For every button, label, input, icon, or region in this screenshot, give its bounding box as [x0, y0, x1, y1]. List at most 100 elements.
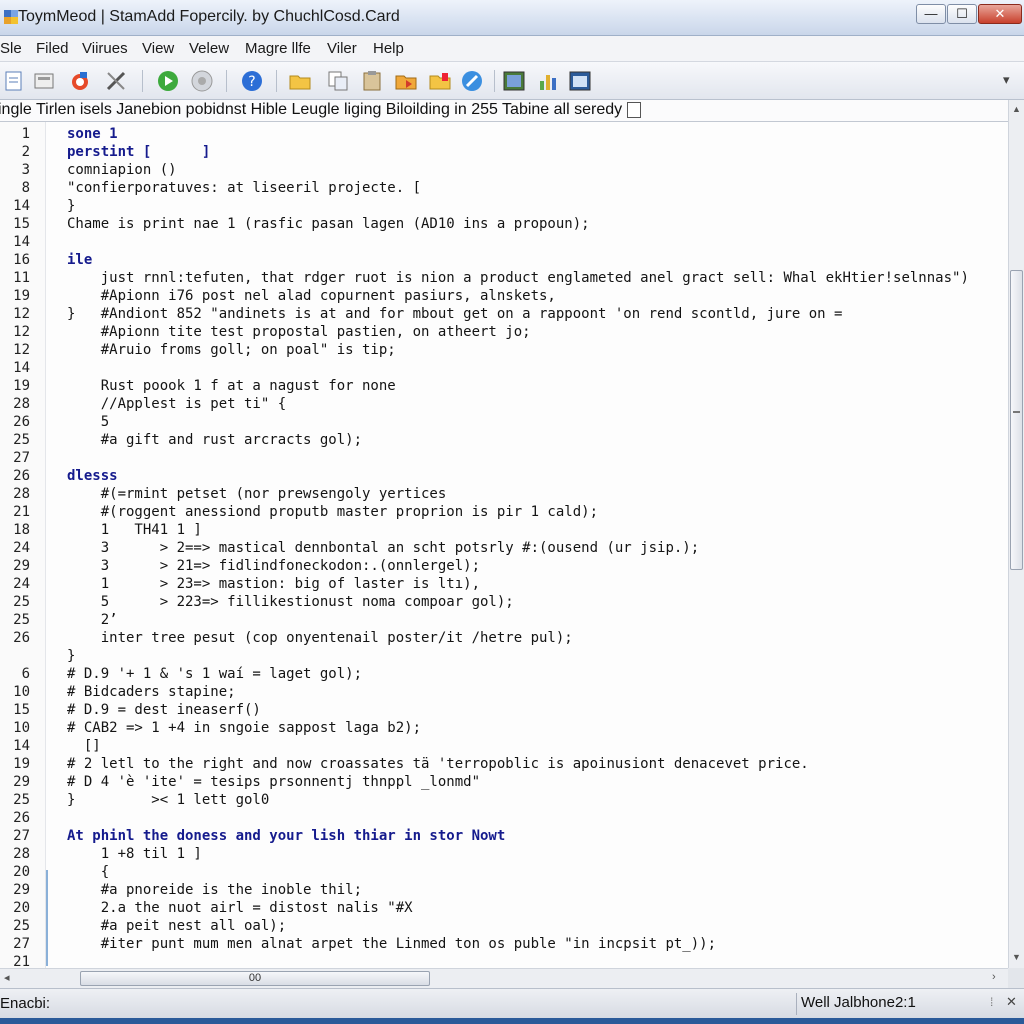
code-text[interactable]: 3 > 2==> mastical dennbontal an scht pot…: [67, 539, 699, 557]
code-line[interactable]: 27 At phinl the doness and your lish thia…: [0, 827, 1008, 845]
code-line[interactable]: 26 inter tree pesut (cop onyentenail pos…: [0, 629, 1008, 647]
code-line[interactable]: 15 # D.9 = dest ineaserf(): [0, 701, 1008, 719]
code-text[interactable]: #a pnoreide is the inoble thil;: [67, 881, 362, 899]
open-file-icon[interactable]: [32, 69, 56, 93]
code-text[interactable]: #Aruio froms goll; on poal" is tip;: [67, 341, 396, 359]
code-line[interactable]: 19 #Apionn i76 post nel alad copurnent p…: [0, 287, 1008, 305]
code-text[interactable]: 5: [67, 413, 109, 431]
code-line[interactable]: 25 5 > 223=> fillikestionust noma compoa…: [0, 593, 1008, 611]
menu-item-velew[interactable]: Velew: [189, 40, 229, 57]
code-text[interactable]: # CAB2 => 1 +4 in sngoie sappost laga b2…: [67, 719, 421, 737]
code-line[interactable]: 1 sone 1: [0, 125, 1008, 143]
code-line[interactable]: 26 5: [0, 413, 1008, 431]
paste-icon[interactable]: [360, 69, 384, 93]
code-line[interactable]: 29 # D 4 'è 'ite' = tesips prsonnentj thn…: [0, 773, 1008, 791]
settings-icon[interactable]: [190, 69, 214, 93]
code-text[interactable]: 2.a the nuot airl = distost nalis "#X: [67, 899, 413, 917]
code-text[interactable]: #(roggent anessiond proputb master propr…: [67, 503, 598, 521]
new-file-icon[interactable]: [2, 69, 26, 93]
code-text[interactable]: 1 +8 til 1 ]: [67, 845, 202, 863]
code-text[interactable]: Rust poook 1 f at a nagust for none: [67, 377, 396, 395]
code-editor[interactable]: 1 sone 1 2 perstint [ ] 3 comniapion () 8 "conf…: [0, 122, 1008, 968]
code-text[interactable]: }: [67, 197, 75, 215]
code-line[interactable]: 14}: [0, 197, 1008, 215]
menu-item-viler[interactable]: Viler: [327, 40, 357, 57]
window-icon[interactable]: [568, 69, 592, 93]
status-close-icon[interactable]: ✕: [1006, 994, 1017, 1010]
code-line[interactable]: 12 #Aruio froms goll; on poal" is tip;: [0, 341, 1008, 359]
code-line[interactable]: 26 dlesss: [0, 467, 1008, 485]
tools-icon[interactable]: [104, 69, 128, 93]
code-text[interactable]: #iter punt mum men alnat arpet the Linme…: [67, 935, 716, 953]
code-text[interactable]: 1 TH41 1 ]: [67, 521, 202, 539]
code-line[interactable]: 10 # CAB2 => 1 +4 in sngoie sappost laga …: [0, 719, 1008, 737]
horizontal-scrollbar[interactable]: ◂ 00 ›: [0, 968, 1008, 988]
code-line[interactable]: 11 just rnnl:tefuten, that rdger ruot is…: [0, 269, 1008, 287]
code-text[interactable]: {: [67, 863, 109, 881]
code-text[interactable]: 5 > 223=> fillikestionust noma compoar g…: [67, 593, 514, 611]
code-text[interactable]: 2’: [67, 611, 118, 629]
toolbar-overflow-chevron-icon[interactable]: ▾: [1003, 72, 1010, 88]
code-line[interactable]: 28 #(=rmint petset (nor prewsengoly yert…: [0, 485, 1008, 503]
maximize-button[interactable]: ☐: [947, 4, 977, 24]
code-text[interactable]: # 2 letl to the right and now croassates…: [67, 755, 809, 773]
code-line[interactable]: 16 ile: [0, 251, 1008, 269]
code-line[interactable]: 3 comniapion (): [0, 161, 1008, 179]
code-line[interactable]: 12 #Apionn tite test propostal pastien, …: [0, 323, 1008, 341]
copy-icon[interactable]: [326, 69, 350, 93]
code-line[interactable]: 14 []: [0, 737, 1008, 755]
code-text[interactable]: #Apionn tite test propostal pastien, on …: [67, 323, 531, 341]
code-line[interactable]: 28 //Applest is pet ti" {: [0, 395, 1008, 413]
code-line[interactable]: 25} >< 1 lett gol0: [0, 791, 1008, 809]
code-line[interactable]: 8 "confierporatuves: at liseeril projecte…: [0, 179, 1008, 197]
bookmark-icon[interactable]: [428, 69, 452, 93]
code-text[interactable]: # D.9 = dest ineaserf(): [67, 701, 261, 719]
code-line[interactable]: 28 1 +8 til 1 ]: [0, 845, 1008, 863]
code-text[interactable]: #Apionn i76 post nel alad copurnent pasi…: [67, 287, 556, 305]
code-line[interactable]: }: [0, 647, 1008, 665]
code-line[interactable]: 21 #(roggent anessiond proputb master pr…: [0, 503, 1008, 521]
refresh-icon[interactable]: [68, 69, 92, 93]
code-line[interactable]: 29 #a pnoreide is the inoble thil;: [0, 881, 1008, 899]
code-line[interactable]: 24 3 > 2==> mastical dennbontal an scht …: [0, 539, 1008, 557]
code-text[interactable]: } >< 1 lett gol0: [67, 791, 269, 809]
code-line[interactable]: 19 # 2 letl to the right and now croassat…: [0, 755, 1008, 773]
menu-item-viirues[interactable]: Viirues: [82, 40, 128, 57]
code-text[interactable]: 3 > 21=> fidlindfoneckodon:.(onnlergel);: [67, 557, 480, 575]
code-text[interactable]: perstint [ ]: [67, 143, 210, 161]
code-text[interactable]: #a gift and rust arcracts gol);: [67, 431, 362, 449]
code-text[interactable]: # D 4 'è 'ite' = tesips prsonnentj thnpp…: [67, 773, 480, 791]
export-icon[interactable]: [394, 69, 418, 93]
code-text[interactable]: ile: [67, 251, 92, 269]
code-text[interactable]: }: [67, 647, 75, 665]
code-text[interactable]: #(=rmint petset (nor prewsengoly yertice…: [67, 485, 447, 503]
code-text[interactable]: 1 > 23=> mastion: big of laster is ltı),: [67, 575, 480, 593]
code-line[interactable]: 19 Rust poook 1 f at a nagust for none: [0, 377, 1008, 395]
chart-icon[interactable]: [536, 69, 560, 93]
image-icon[interactable]: [502, 69, 526, 93]
folder-icon[interactable]: [288, 69, 312, 93]
code-line[interactable]: 25 #a peit nest all oal);: [0, 917, 1008, 935]
menu-item-view[interactable]: View: [142, 40, 174, 57]
code-text[interactable]: []: [67, 737, 101, 755]
menu-item-help[interactable]: Help: [373, 40, 404, 57]
code-line[interactable]: 14: [0, 233, 1008, 251]
code-line[interactable]: 14: [0, 359, 1008, 377]
code-line[interactable]: 25 2’: [0, 611, 1008, 629]
code-line[interactable]: 27 #iter punt mum men alnat arpet the Li…: [0, 935, 1008, 953]
menu-item-file[interactable]: Sle: [0, 40, 22, 57]
help-icon[interactable]: ?: [240, 69, 264, 93]
code-text[interactable]: # Bidcaders stapine;: [67, 683, 236, 701]
code-line[interactable]: 21: [0, 953, 1008, 968]
code-line[interactable]: 20 2.a the nuot airl = distost nalis "#X: [0, 899, 1008, 917]
code-text[interactable]: Chame is print nae 1 (rasfic pasan lagen…: [67, 215, 590, 233]
run-icon[interactable]: [156, 69, 180, 93]
scroll-up-arrow-icon[interactable]: ▲: [1012, 104, 1021, 114]
code-text[interactable]: just rnnl:tefuten, that rdger ruot is ni…: [67, 269, 969, 287]
code-text[interactable]: "confierporatuves: at liseeril projecte.…: [67, 179, 421, 197]
code-line[interactable]: 2 perstint [ ]: [0, 143, 1008, 161]
code-text[interactable]: inter tree pesut (cop onyentenail poster…: [67, 629, 573, 647]
code-text[interactable]: //Applest is pet ti" {: [67, 395, 286, 413]
code-text[interactable]: # D.9 '+ 1 & 's 1 waí = laget gol);: [67, 665, 362, 683]
menu-item-filed[interactable]: Filed: [36, 40, 69, 57]
